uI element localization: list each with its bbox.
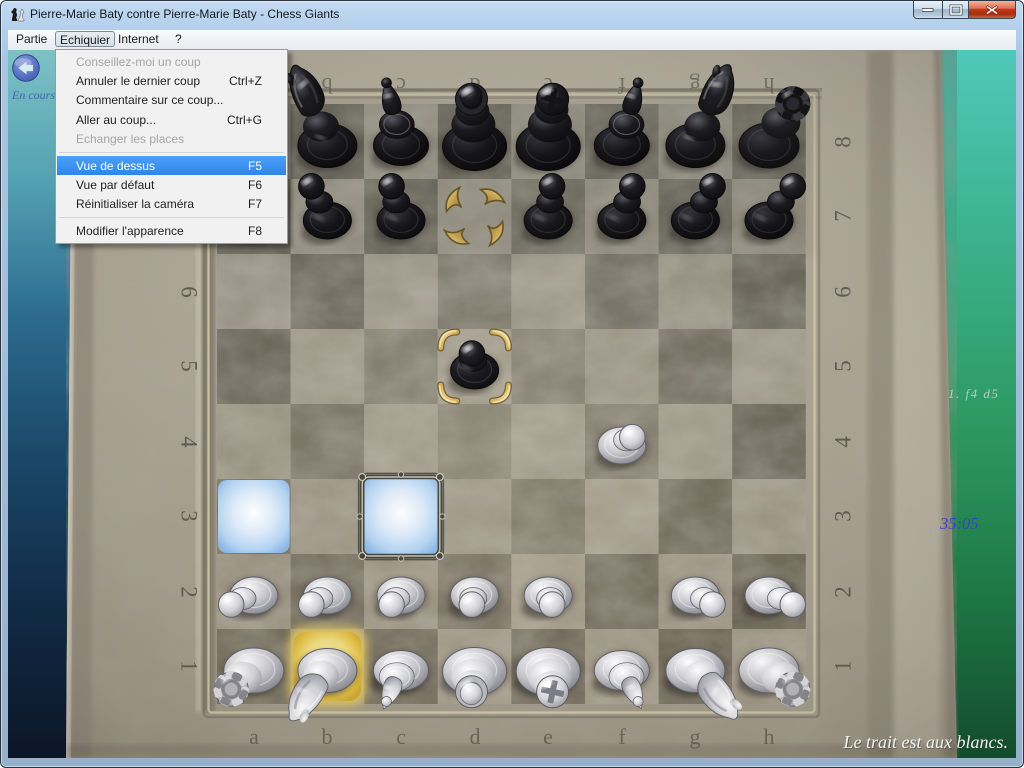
svg-text:En cours: En cours (11, 88, 55, 102)
svg-text:Le trait est aux blancs.: Le trait est aux blancs. (843, 732, 1009, 752)
svg-text:1. f4 d5: 1. f4 d5 (948, 386, 999, 401)
svg-text:35:05: 35:05 (939, 514, 979, 533)
